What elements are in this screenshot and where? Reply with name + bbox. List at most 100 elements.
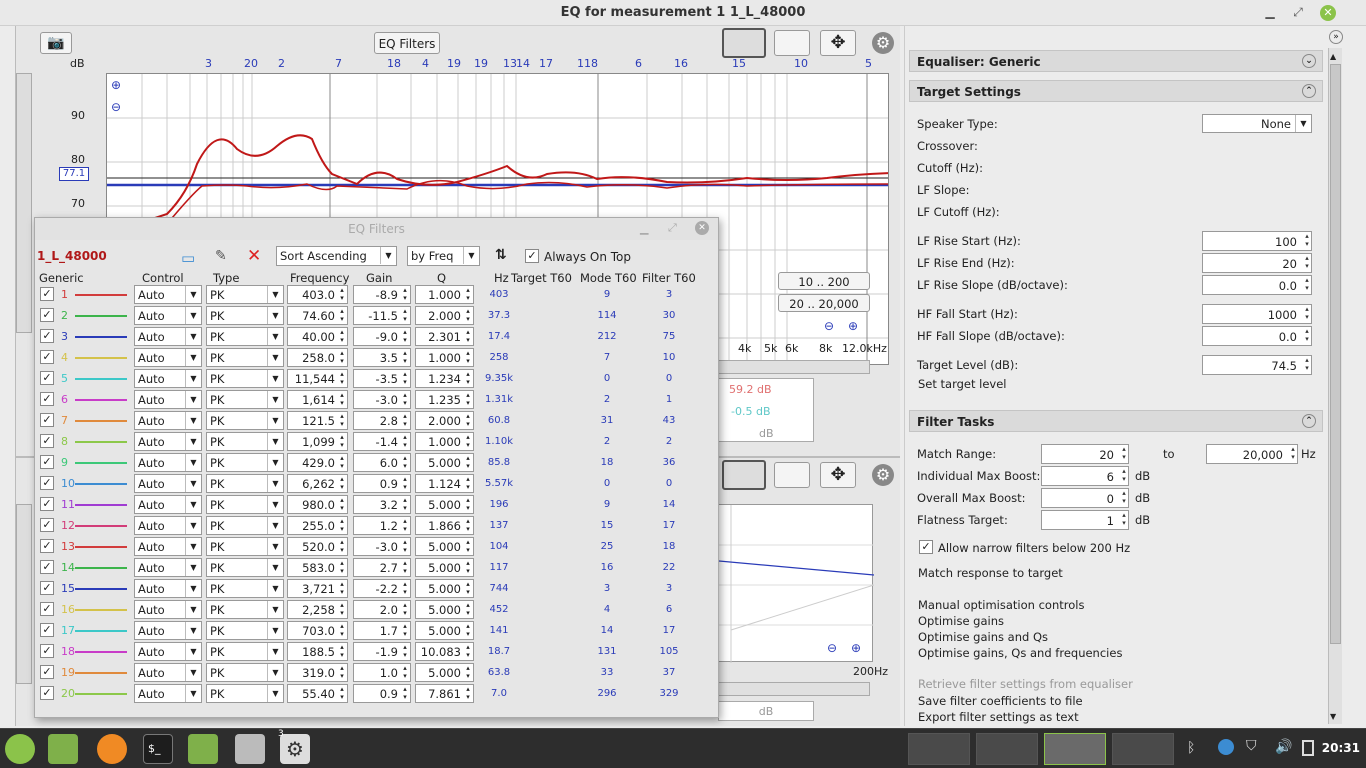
filter-tasks-section[interactable]: Filter Tasks ⌃ [909,410,1323,432]
gain-field[interactable]: -1.4 [353,432,411,451]
move-icon[interactable]: ✥ [820,462,856,488]
type-select[interactable]: PK ▼ [206,474,284,493]
grid-icon[interactable] [774,30,810,56]
q-field[interactable]: 10.083 [415,642,474,661]
speaker-type-select[interactable]: None ▼ [1202,114,1312,133]
optimise-all-button[interactable]: Optimise gains, Qs and frequencies [918,646,1122,660]
frequency-field[interactable]: 980.0 [287,495,348,514]
shield-icon[interactable]: ⛉ [1246,738,1257,754]
camera-icon[interactable]: 📷 [40,32,72,54]
frequency-field[interactable]: 1,614 [287,390,348,409]
range-20-20000-button[interactable]: 20 .. 20,000 [778,294,870,312]
gain-field[interactable]: -3.5 [353,369,411,388]
type-select[interactable]: PK ▼ [206,327,284,346]
sort-order-select[interactable]: Sort Ascending ▼ [276,246,397,266]
type-select[interactable]: PK ▼ [206,285,284,304]
control-select[interactable]: Auto ▼ [134,432,202,451]
control-select[interactable]: Auto ▼ [134,369,202,388]
show-desktop-icon[interactable] [48,734,78,764]
minimize-icon[interactable]: ▁ [640,222,648,235]
sort-by-select[interactable]: by Freq ▼ [407,246,480,266]
equaliser-section[interactable]: Equaliser: Generic ⌄ [909,50,1323,72]
scroll-down-icon[interactable]: ▼ [1330,712,1336,721]
filter-enabled-checkbox[interactable]: ✓ [40,476,54,490]
flatness-target-field[interactable]: 1 [1041,510,1129,530]
control-select[interactable]: Auto ▼ [134,285,202,304]
type-select[interactable]: PK ▼ [206,558,284,577]
move-icon[interactable]: ✥ [820,30,856,56]
gain-field[interactable]: 2.7 [353,558,411,577]
scroll-up-icon[interactable]: ▲ [1330,52,1336,61]
close-icon[interactable]: ✕ [695,221,709,235]
filter-enabled-checkbox[interactable]: ✓ [40,308,54,322]
zoom-out-icon[interactable]: ⊖ [827,641,837,655]
filter-enabled-checkbox[interactable]: ✓ [40,602,54,616]
q-field[interactable]: 2.000 [415,411,474,430]
right-scrollbar[interactable]: ▲ ▼ [1328,48,1342,724]
gain-field[interactable]: 2.8 [353,411,411,430]
hf-fall-start-field[interactable]: 1000 [1202,304,1312,324]
gain-field[interactable]: -2.2 [353,579,411,598]
filter-enabled-checkbox[interactable]: ✓ [40,455,54,469]
filter-enabled-checkbox[interactable]: ✓ [40,287,54,301]
control-select[interactable]: Auto ▼ [134,327,202,346]
type-select[interactable]: PK ▼ [206,621,284,640]
frequency-field[interactable]: 319.0 [287,663,348,682]
chevron-up-icon[interactable]: ⌃ [1302,84,1316,98]
clock[interactable]: 20:31 [1322,741,1360,755]
q-field[interactable]: 1.235 [415,390,474,409]
q-field[interactable]: 1.000 [415,285,474,304]
graph-layout-icon[interactable] [722,460,766,490]
zoom-in-icon[interactable]: ⊕ [851,641,861,655]
chevron-down-icon[interactable]: ⌄ [1302,54,1316,68]
gear-icon[interactable]: ⚙ [872,32,894,54]
frequency-field[interactable]: 258.0 [287,348,348,367]
frequency-field[interactable]: 255.0 [287,516,348,535]
filter-enabled-checkbox[interactable]: ✓ [40,623,54,637]
type-select[interactable]: PK ▼ [206,642,284,661]
type-select[interactable]: PK ▼ [206,411,284,430]
export-settings-button[interactable]: Export filter settings as text [918,710,1079,724]
q-field[interactable]: 1.866 [415,516,474,535]
control-select[interactable]: Auto ▼ [134,558,202,577]
q-field[interactable]: 1.234 [415,369,474,388]
frequency-field[interactable]: 3,721 [287,579,348,598]
type-select[interactable]: PK ▼ [206,663,284,682]
gain-field[interactable]: -3.0 [353,390,411,409]
filter-enabled-checkbox[interactable]: ✓ [40,329,54,343]
filter-enabled-checkbox[interactable]: ✓ [40,350,54,364]
control-select[interactable]: Auto ▼ [134,537,202,556]
files-icon[interactable] [188,734,218,764]
close-icon[interactable]: ✕ [1320,5,1336,21]
folder-icon[interactable]: ▭ [181,249,195,267]
q-field[interactable]: 1.124 [415,474,474,493]
control-select[interactable]: Auto ▼ [134,453,202,472]
filter-enabled-checkbox[interactable]: ✓ [40,518,54,532]
type-select[interactable]: PK ▼ [206,579,284,598]
control-select[interactable]: Auto ▼ [134,474,202,493]
rew-app-icon[interactable]: ⚙ [280,734,310,764]
control-select[interactable]: Auto ▼ [134,306,202,325]
control-select[interactable]: Auto ▼ [134,579,202,598]
restore-icon[interactable]: ⤢ [668,221,677,235]
chevron-up-icon[interactable]: ⌃ [1302,414,1316,428]
filter-enabled-checkbox[interactable]: ✓ [40,434,54,448]
gain-field[interactable]: 0.9 [353,684,411,703]
taskbar-window[interactable] [976,733,1038,765]
target-level-field[interactable]: 74.5 [1202,355,1312,375]
gain-field[interactable]: -11.5 [353,306,411,325]
control-select[interactable]: Auto ▼ [134,390,202,409]
control-select[interactable]: Auto ▼ [134,621,202,640]
gain-field[interactable]: 2.0 [353,600,411,619]
q-field[interactable]: 1.000 [415,432,474,451]
frequency-field[interactable]: 6,262 [287,474,348,493]
bluetooth-icon[interactable]: ᛒ [1187,740,1195,756]
frequency-field[interactable]: 403.0 [287,285,348,304]
type-select[interactable]: PK ▼ [206,348,284,367]
delete-icon[interactable]: ✕ [247,246,261,266]
gain-field[interactable]: 0.9 [353,474,411,493]
taskbar-window[interactable] [1112,733,1174,765]
horizontal-scrollbar[interactable] [718,360,870,374]
graph-layout-icon[interactable] [722,28,766,58]
q-field[interactable]: 5.000 [415,453,474,472]
